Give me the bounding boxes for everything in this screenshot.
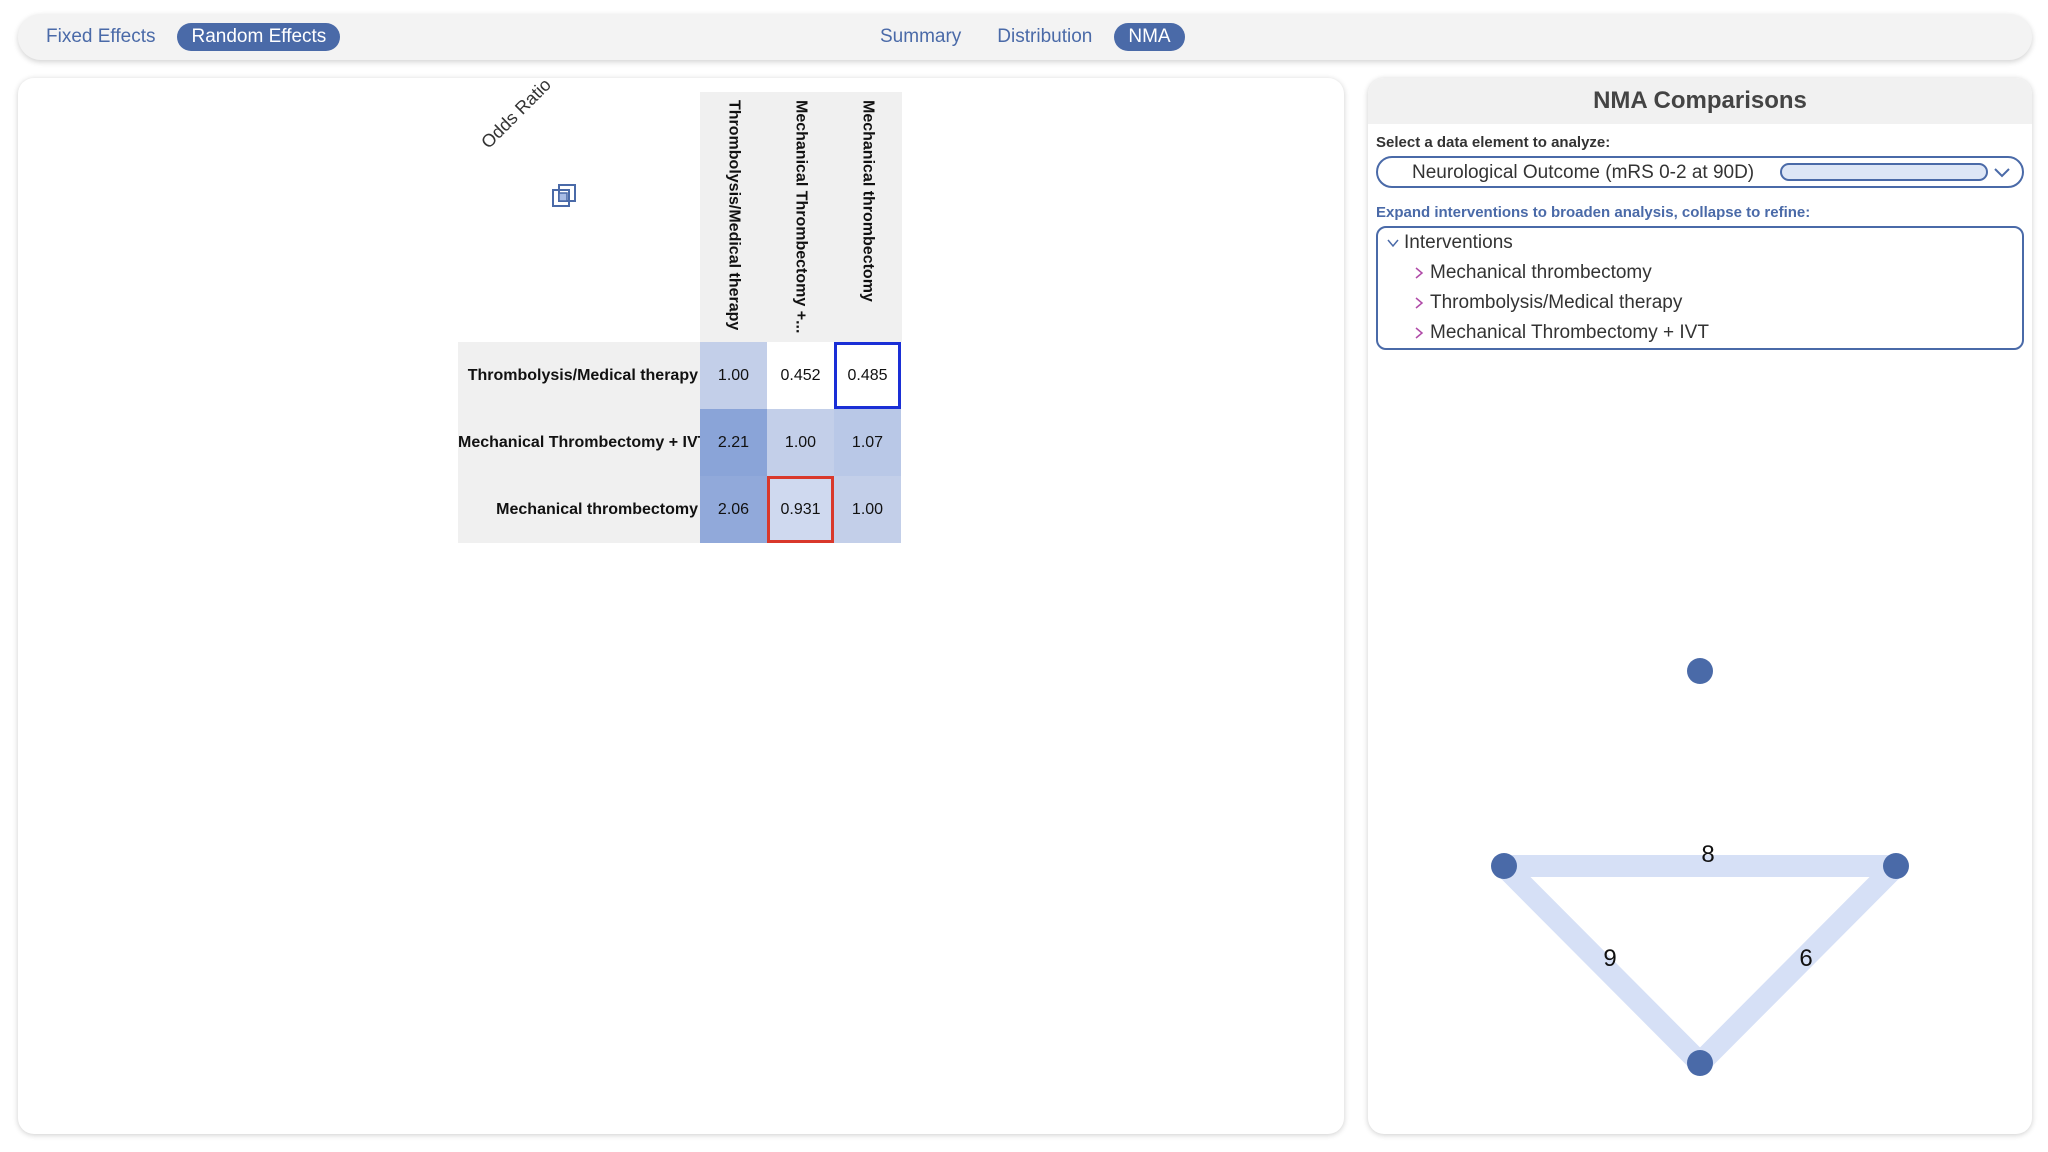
chevron-right-icon[interactable] <box>1412 326 1426 340</box>
row-header: Mechanical Thrombectomy + IVT <box>458 434 700 451</box>
metric-label: Odds Ratio <box>477 74 555 153</box>
tree-root-interventions[interactable]: Interventions <box>1386 232 1513 254</box>
select-label: Select a data element to analyze: <box>1376 134 1611 151</box>
panel-title: NMA Comparisons <box>1368 78 2032 124</box>
matrix-cell[interactable]: 2.06 <box>700 476 767 543</box>
distribution-tab[interactable]: Distribution <box>983 23 1106 51</box>
tree-item-label: Mechanical thrombectomy <box>1430 262 1652 283</box>
data-element-select[interactable]: Neurological Outcome (mRS 0-2 at 90D) <box>1376 156 2024 188</box>
chevron-down-icon[interactable] <box>1386 236 1400 250</box>
effects-toggle: Fixed Effects Random Effects <box>32 23 341 51</box>
view-tabs: Summary Distribution NMA <box>866 23 1185 51</box>
league-table-panel: Odds Ratio Thrombolysis/Medical therapy … <box>18 74 1344 1134</box>
matrix-cell[interactable]: 2.21 <box>700 409 767 476</box>
column-header: Mechanical Thrombectomy +... <box>792 100 810 334</box>
fixed-effects-tab[interactable]: Fixed Effects <box>32 23 169 51</box>
matrix-cell[interactable]: 0.452 <box>767 342 834 409</box>
select-value: Neurological Outcome (mRS 0-2 at 90D) <box>1412 162 1755 183</box>
network-edge <box>1689 855 1907 1074</box>
expand-label: Expand interventions to broaden analysis… <box>1376 204 1811 221</box>
network-node[interactable] <box>1687 1050 1713 1076</box>
chevron-down-icon[interactable] <box>1992 160 2012 184</box>
chevron-right-icon[interactable] <box>1412 296 1426 310</box>
column-header: Mechanical thrombectomy <box>859 100 877 302</box>
network-node[interactable] <box>1491 853 1517 879</box>
matrix-cell-highlighted[interactable]: 0.485 <box>834 342 901 409</box>
interventions-tree: Interventions Mechanical thrombectomy Th… <box>1376 226 2024 350</box>
matrix-cell[interactable]: 1.00 <box>700 342 767 409</box>
top-toolbar: Fixed Effects Random Effects Summary Dis… <box>18 14 2032 60</box>
tree-item[interactable]: Mechanical thrombectomy <box>1412 262 1652 284</box>
tree-item[interactable]: Thrombolysis/Medical therapy <box>1412 292 1682 314</box>
matrix-cell[interactable]: 1.00 <box>767 409 834 476</box>
row-header: Thrombolysis/Medical therapy <box>467 367 698 384</box>
tree-item-label: Thrombolysis/Medical therapy <box>1430 292 1683 313</box>
tree-root-label: Interventions <box>1404 232 1513 253</box>
select-progress-bar <box>1780 163 1988 181</box>
matrix-cell[interactable]: 1.00 <box>834 476 901 543</box>
matrix-cell[interactable]: 1.07 <box>834 409 901 476</box>
tree-item[interactable]: Mechanical Thrombectomy + IVT <box>1412 322 1709 344</box>
network-node[interactable] <box>1687 658 1713 684</box>
row-header: Mechanical thrombectomy <box>496 501 698 518</box>
column-header: Thrombolysis/Medical therapy <box>725 100 743 331</box>
nma-comparisons-panel: NMA Comparisons Select a data element to… <box>1368 78 2032 1134</box>
network-node[interactable] <box>1883 853 1909 879</box>
edge-label: 6 <box>1799 945 1812 972</box>
nma-tab[interactable]: NMA <box>1114 23 1185 51</box>
summary-tab[interactable]: Summary <box>866 23 975 51</box>
network-edge <box>1493 855 1711 1074</box>
chevron-right-icon[interactable] <box>1412 266 1426 280</box>
edge-label: 9 <box>1603 945 1616 972</box>
matrix-cell-highlighted[interactable]: 0.931 <box>767 476 834 543</box>
copy-squares-icon[interactable] <box>550 182 578 210</box>
edge-label: 8 <box>1701 841 1714 868</box>
tree-item-label: Mechanical Thrombectomy + IVT <box>1430 322 1709 343</box>
random-effects-tab[interactable]: Random Effects <box>177 23 341 51</box>
